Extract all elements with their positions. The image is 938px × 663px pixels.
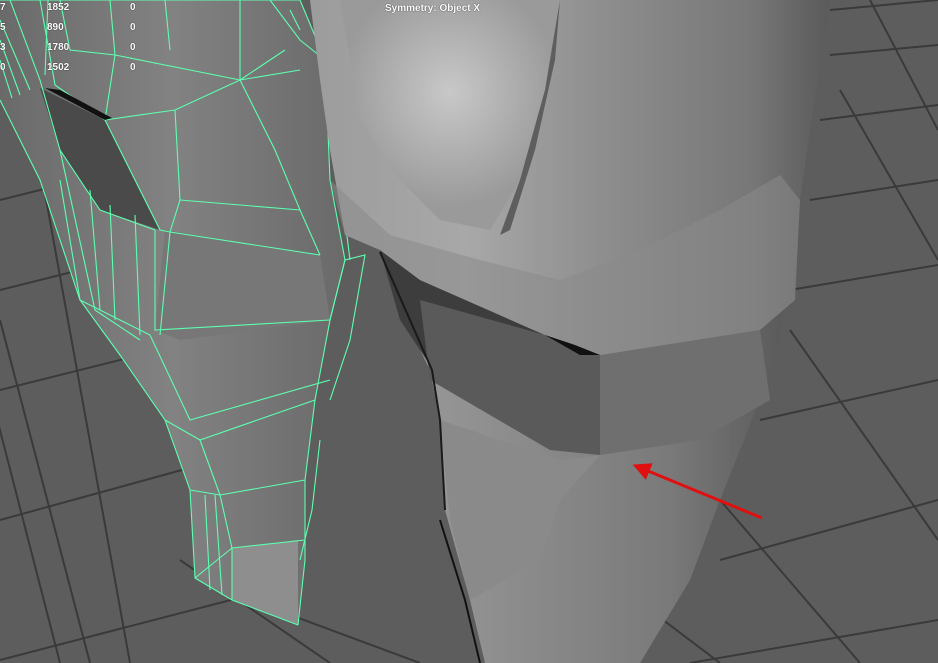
hud-row-value: 1502 bbox=[47, 62, 70, 73]
hud-row-label: 3 bbox=[0, 42, 6, 53]
hud-row-selected: 0 bbox=[130, 2, 136, 13]
hud-row-label: 0 bbox=[0, 62, 6, 73]
viewport-scene[interactable] bbox=[0, 0, 938, 663]
hud-row-value: 1780 bbox=[47, 42, 70, 53]
hud-row-selected: 0 bbox=[130, 22, 136, 33]
hud-row-selected: 0 bbox=[130, 42, 136, 53]
hud-row-value: 1852 bbox=[47, 2, 70, 13]
hud-row-label: 7 bbox=[0, 2, 6, 13]
maya-viewport[interactable]: 7 1852 0 5 890 0 3 1780 0 0 1502 0 Symme… bbox=[0, 0, 938, 663]
hud-row-value: 890 bbox=[47, 22, 64, 33]
hud-row-label: 5 bbox=[0, 22, 6, 33]
right-leg-mesh[interactable] bbox=[310, 0, 830, 663]
hud-row-selected: 0 bbox=[130, 62, 136, 73]
symmetry-status: Symmetry: Object X bbox=[385, 3, 481, 14]
